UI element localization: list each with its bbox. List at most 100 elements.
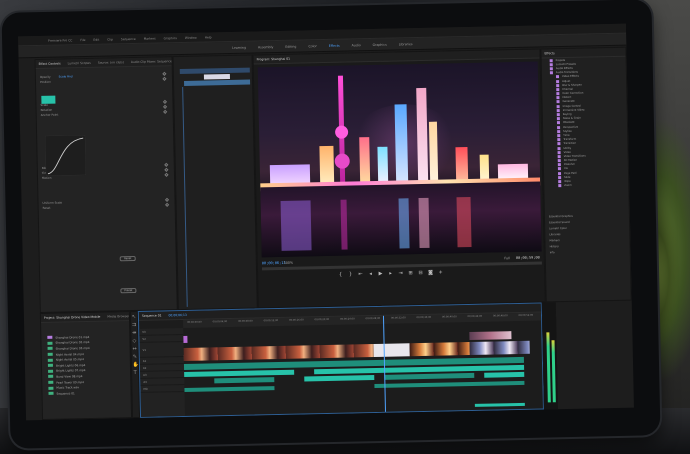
tab-media-browser[interactable]: Media Browser (107, 314, 129, 318)
project-item-label: Sequence 01 (56, 391, 75, 396)
audio-clip[interactable] (384, 372, 475, 380)
workspace-libraries[interactable]: Libraries (399, 42, 413, 46)
audio-clip[interactable] (214, 377, 275, 384)
video-clip[interactable] (409, 342, 470, 357)
video-clip[interactable] (183, 344, 374, 362)
audio-clip[interactable] (304, 375, 375, 382)
go-to-in-icon[interactable]: ⇤ (358, 271, 363, 277)
video-clip[interactable] (469, 331, 512, 341)
menu-sequence[interactable]: Sequence (121, 36, 136, 40)
audio-clip[interactable] (184, 369, 295, 378)
selection-tool-icon[interactable]: ↖ (131, 314, 136, 320)
skyscraper (394, 104, 409, 185)
settings-icon[interactable]: + (438, 270, 443, 276)
tab-sequence[interactable]: Sequence 01 (142, 313, 162, 317)
menu-markers[interactable]: Markers (144, 36, 156, 40)
effects-item-label: Keying (562, 112, 572, 117)
mark-out-icon[interactable]: } (348, 271, 353, 277)
project-item-label: Pearl Tower 09.mp4 (56, 379, 84, 385)
play-icon[interactable]: ▶ (378, 271, 383, 277)
folder-icon (557, 167, 561, 171)
clip-icon (48, 380, 54, 384)
video-clip[interactable] (373, 343, 410, 358)
workspace-assembly[interactable]: Assembly (258, 45, 273, 49)
audio-clip[interactable] (474, 402, 525, 407)
go-to-out-icon[interactable]: ⇥ (398, 270, 403, 276)
speed-curve-graph[interactable] (45, 135, 86, 176)
hand-tool-icon[interactable]: ✋ (132, 362, 138, 368)
effects-item-label: Video (563, 150, 571, 154)
workspace-editing[interactable]: Editing (285, 44, 296, 48)
track-select-icon[interactable]: ⇉ (132, 322, 137, 328)
tab-effects[interactable]: Effects (544, 51, 554, 55)
ec-value[interactable]: Scale Rnd (59, 74, 73, 78)
step-forward-icon[interactable]: ▸ (388, 271, 393, 277)
tab-lumetri-scopes[interactable]: Lumetri Scopes (68, 61, 91, 65)
workspace-graphics[interactable]: Graphics (373, 42, 387, 46)
program-scrub-bar[interactable] (261, 261, 542, 271)
mini-clip[interactable] (179, 67, 250, 75)
preset-button[interactable]: Preset (120, 287, 137, 294)
menu-edit[interactable]: Edit (93, 37, 99, 41)
audio-clip[interactable] (374, 380, 525, 389)
effects-panel: Effects Presets Lumetri Presets Audio Effe… (540, 46, 632, 303)
workspace-color[interactable]: Color (308, 44, 316, 48)
tab-audio-clip-mixer[interactable]: Audio Clip Mixer: Sequence 01 (131, 59, 177, 64)
playhead-timecode[interactable]: 00;00;06;13 (262, 261, 286, 265)
keyframe-icon[interactable] (164, 202, 170, 207)
keyframe-icon[interactable] (163, 109, 168, 114)
reset-button[interactable]: Reset (119, 255, 136, 262)
keyframe-icon[interactable] (162, 76, 167, 81)
workspace-learning[interactable]: Learning (232, 45, 246, 49)
video-clip[interactable] (183, 335, 188, 344)
project-list: Shanghai Drone 01.mp4 Shanghai Drone 02.m… (41, 333, 130, 396)
menu-app[interactable]: Premiere Pro CC (48, 38, 72, 43)
menu-clip[interactable]: Clip (107, 37, 113, 41)
razor-tool-icon[interactable]: ◇ (132, 338, 137, 344)
type-tool-icon[interactable]: T (133, 370, 138, 376)
mini-clip[interactable] (203, 73, 230, 80)
track-header[interactable]: Mix (140, 385, 185, 393)
workspace-effects[interactable]: Effects (329, 43, 340, 47)
mini-clip[interactable] (184, 79, 251, 86)
keyframe-icon[interactable] (164, 172, 169, 177)
panel-link-label: Markers (549, 239, 560, 243)
effects-item-label: Audio Effects (555, 66, 573, 71)
pen-tool-icon[interactable]: ✎ (132, 354, 137, 360)
menu-file[interactable]: File (80, 37, 85, 41)
video-clip[interactable] (469, 340, 530, 356)
slip-tool-icon[interactable]: ↔ (132, 346, 137, 352)
project-item[interactable]: Sequence 01 (42, 389, 130, 396)
timeline-timecode[interactable]: 00;00;06;13 (168, 313, 186, 317)
project-item-label: Shanghai Drone 03.mp4 (55, 345, 90, 351)
menu-help[interactable]: Help (205, 35, 212, 39)
extract-icon[interactable]: ⊟ (418, 270, 423, 276)
panel-link[interactable]: Info (546, 248, 630, 256)
folder-icon (556, 79, 560, 83)
audio-clip[interactable] (484, 371, 525, 378)
menu-window[interactable]: Window (185, 35, 197, 39)
color-swatch[interactable] (41, 95, 56, 104)
tab-program[interactable]: Program: Shanghai 01 (257, 57, 290, 62)
fit-dropdown[interactable]: 100% (284, 261, 293, 265)
effects-item-label: Channel (562, 87, 573, 91)
effects-item-label: Utility (563, 146, 572, 150)
workspace-audio[interactable]: Audio (352, 43, 361, 47)
tab-effect-controls[interactable]: Effect Controls (39, 62, 61, 66)
quality-dropdown[interactable]: Full (504, 256, 510, 260)
ripple-edit-icon[interactable]: ⇹ (132, 330, 137, 336)
export-frame-icon[interactable]: ◙ (428, 270, 433, 276)
track-headers: V3 V2 V1 A1 A2 A3 A4 Mix (139, 328, 186, 418)
tab-source[interactable]: Source: (no clips) (98, 60, 124, 65)
mark-in-icon[interactable]: { (338, 272, 343, 278)
tab-project[interactable]: Project: Shanghai Drone Video Mobile (44, 315, 100, 320)
folder-icon (557, 129, 561, 133)
step-back-icon[interactable]: ◂ (368, 271, 373, 277)
audio-clip[interactable] (184, 386, 275, 393)
video-preview[interactable] (257, 61, 542, 258)
folder-icon (556, 92, 560, 96)
audio-meters (541, 302, 558, 410)
lift-icon[interactable]: ⊞ (408, 270, 413, 276)
menu-graphics[interactable]: Graphics (164, 36, 177, 40)
track-header[interactable]: V1 (139, 342, 184, 358)
